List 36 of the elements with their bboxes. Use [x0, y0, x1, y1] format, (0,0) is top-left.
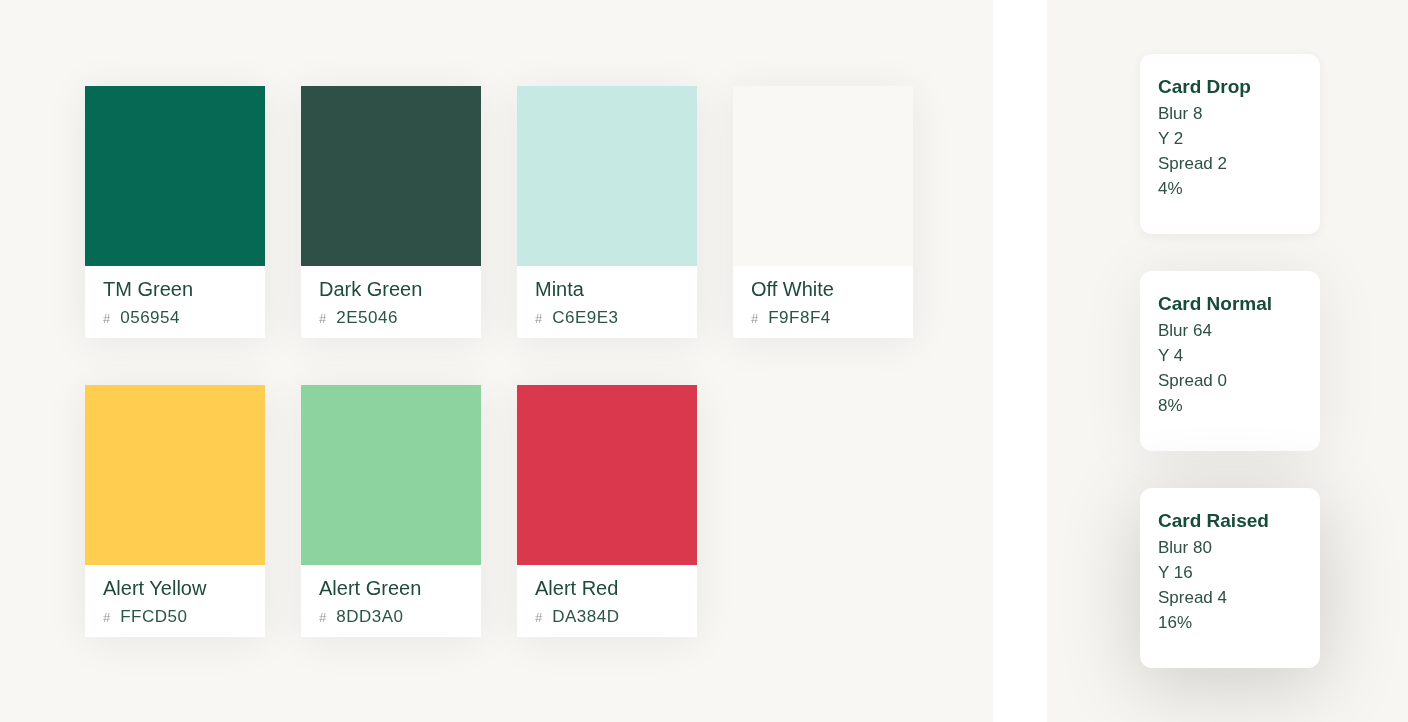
shadow-value: Blur 64	[1158, 321, 1213, 341]
color-name: Alert Green	[319, 577, 423, 600]
hex-code: FFCD50	[120, 607, 188, 627]
hash-sign: #	[319, 610, 327, 625]
color-name: Dark Green	[319, 278, 424, 301]
color-name: Alert Red	[535, 577, 620, 600]
shadow-value: Spread 0	[1158, 371, 1228, 391]
color-name: Off White	[751, 278, 835, 301]
shadow-value: Spread 4	[1158, 588, 1228, 608]
card-title: Card Normal	[1158, 293, 1274, 315]
hex-code: 056954	[120, 308, 180, 328]
shadow-value: Blur 8	[1158, 104, 1204, 124]
hex-code: F9F8F4	[768, 308, 831, 328]
shadow-value: Y 4	[1158, 346, 1185, 366]
hex-code: C6E9E3	[552, 308, 619, 328]
shadow-value: 8%	[1158, 396, 1184, 416]
color-name: TM Green	[103, 278, 195, 301]
hex-code: 2E5046	[336, 308, 398, 328]
color-name: Minta	[535, 278, 585, 301]
hash-sign: #	[319, 311, 327, 326]
hash-sign: #	[103, 610, 111, 625]
hex-code: DA384D	[552, 607, 620, 627]
hash-sign: #	[535, 610, 543, 625]
shadow-value: Spread 2	[1158, 154, 1228, 174]
hash-sign: #	[751, 311, 759, 326]
hash-sign: #	[103, 311, 111, 326]
shadow-value: Y 2	[1158, 129, 1185, 149]
shadow-value: 4%	[1158, 179, 1184, 199]
hex-code: 8DD3A0	[336, 607, 404, 627]
shadow-value: Blur 80	[1158, 538, 1213, 558]
card-title: Card Drop	[1158, 76, 1252, 98]
shadow-value: 16%	[1158, 613, 1194, 633]
card-title: Card Raised	[1158, 510, 1270, 532]
color-name: Alert Yellow	[103, 577, 208, 600]
shadow-value: Y 16	[1158, 563, 1194, 583]
hash-sign: #	[535, 311, 543, 326]
